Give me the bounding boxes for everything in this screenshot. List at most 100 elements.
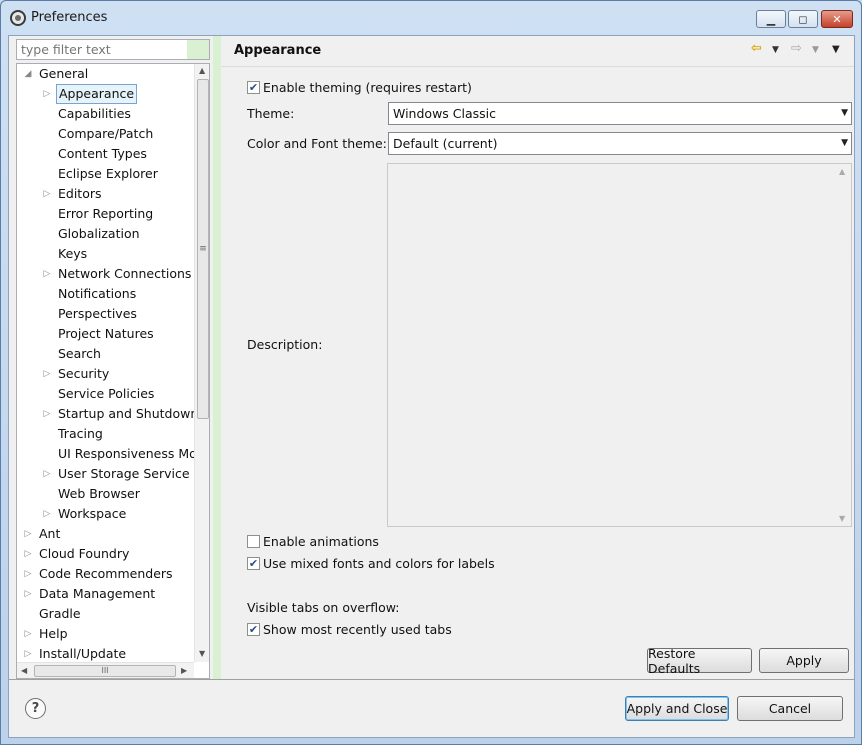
tree-item[interactable]: ▷ Cloud Foundry	[17, 544, 194, 564]
scroll-left-icon[interactable]: ◀	[21, 666, 27, 675]
description-scrollbar[interactable]: ▲ ▼	[835, 164, 851, 526]
scroll-up-icon[interactable]: ▲	[199, 66, 205, 75]
collapsed-arrow-icon[interactable]: ▷	[42, 504, 52, 524]
footer-separator	[9, 679, 854, 680]
forward-menu-icon[interactable]: ▼	[812, 45, 819, 63]
apply-button[interactable]: Apply	[759, 648, 849, 673]
tree-item[interactable]: ▷ Security	[17, 364, 194, 384]
tree-item[interactable]: ▷ User Storage Service	[17, 464, 194, 484]
mixed-fonts-label: Use mixed fonts and colors for labels	[263, 556, 495, 571]
color-font-theme-value: Default (current)	[393, 136, 498, 151]
tree-item[interactable]: Search	[17, 344, 194, 364]
tree-item[interactable]: Content Types	[17, 144, 194, 164]
tree-item[interactable]: ▷ Install/Update	[17, 644, 194, 664]
cancel-button[interactable]: Cancel	[737, 696, 843, 721]
tree-item[interactable]: Capabilities	[17, 104, 194, 124]
forward-arrow-icon[interactable]: ⇨	[791, 41, 802, 59]
collapsed-arrow-icon[interactable]: ▷	[23, 524, 33, 544]
scroll-up-icon[interactable]: ▲	[839, 167, 845, 176]
tree-vertical-scrollbar[interactable]: ▲ ≡ ▼	[194, 64, 209, 662]
back-arrow-icon[interactable]: ⇦	[751, 41, 762, 59]
tree-item[interactable]: ▷ Workspace	[17, 504, 194, 524]
collapsed-arrow-icon[interactable]: ▷	[42, 264, 52, 284]
tree-item-label: Appearance	[56, 84, 138, 104]
scroll-thumb[interactable]: ≡	[197, 79, 209, 419]
theme-select[interactable]: Windows Classic ▼	[388, 102, 852, 125]
tree-item[interactable]: Compare/Patch	[17, 124, 194, 144]
expanded-arrow-icon[interactable]: ◢	[23, 64, 33, 84]
tree-item[interactable]: Keys	[17, 244, 194, 264]
collapsed-arrow-icon[interactable]: ▷	[23, 584, 33, 604]
view-menu-icon[interactable]: ▼	[832, 44, 840, 62]
collapsed-arrow-icon[interactable]: ▷	[23, 544, 33, 564]
enable-animations-checkbox[interactable]	[247, 535, 260, 548]
collapsed-arrow-icon[interactable]: ▷	[23, 564, 33, 584]
close-button[interactable]: ✕	[821, 10, 853, 28]
tree-item-label: Capabilities	[58, 106, 131, 121]
tree-item-label: Keys	[58, 246, 88, 261]
collapsed-arrow-icon[interactable]: ▷	[23, 624, 33, 644]
mixed-fonts-checkbox[interactable]: ✔	[247, 557, 260, 570]
theme-select-value: Windows Classic	[393, 106, 497, 121]
tree-item[interactable]: Notifications	[17, 284, 194, 304]
tree-item[interactable]: Gradle	[17, 604, 194, 624]
tree-horizontal-scrollbar[interactable]: ◀ III ▶	[17, 662, 194, 678]
collapsed-arrow-icon[interactable]: ▷	[23, 644, 33, 664]
tree-item-label: Notifications	[58, 286, 137, 301]
tree-item[interactable]: ▷ Code Recommenders	[17, 564, 194, 584]
tree-item[interactable]: UI Responsiveness Mo	[17, 444, 197, 464]
dialog-client-area: ◢General▷AppearanceCapabilitiesCompare/P…	[8, 35, 855, 738]
preferences-window: Preferences ▁ ◻ ✕ ◢General▷AppearanceCap…	[0, 0, 862, 745]
filter-input[interactable]	[16, 39, 210, 60]
tree-item[interactable]: Error Reporting	[17, 204, 194, 224]
show-mru-tabs-checkbox[interactable]: ✔	[247, 623, 260, 636]
collapsed-arrow-icon[interactable]: ▷	[42, 84, 52, 104]
color-font-theme-select[interactable]: Default (current) ▼	[388, 132, 852, 155]
hscroll-thumb[interactable]: III	[34, 665, 176, 677]
help-icon[interactable]: ?	[25, 698, 46, 719]
header-divider	[221, 66, 854, 67]
tree-item-label: Error Reporting	[58, 206, 154, 221]
scroll-down-icon[interactable]: ▼	[199, 649, 205, 658]
tree-item[interactable]: Web Browser	[17, 484, 194, 504]
tree-item[interactable]: ▷ Network Connections	[17, 264, 194, 284]
preference-tree[interactable]: ◢ General ▷ Appearance Capabilities Compare/P…	[16, 63, 210, 679]
tree-item[interactable]: ▷ Data Management	[17, 584, 194, 604]
tree-item[interactable]: Perspectives	[17, 304, 194, 324]
collapsed-arrow-icon[interactable]: ▷	[42, 364, 52, 384]
tree-item[interactable]: Globalization	[17, 224, 194, 244]
color-font-theme-label: Color and Font theme:	[247, 136, 387, 151]
tree-item[interactable]: Service Policies	[17, 384, 194, 404]
enable-theming-checkbox[interactable]: ✔	[247, 81, 260, 94]
description-text-area[interactable]: ▲ ▼	[387, 163, 852, 527]
scroll-down-icon[interactable]: ▼	[839, 514, 845, 523]
tree-item[interactable]: ◢ General	[17, 64, 194, 84]
tree-item[interactable]: ▷ Appearance	[17, 84, 194, 104]
tree-item[interactable]: ▷ Editors	[17, 184, 194, 204]
apply-and-close-button[interactable]: Apply and Close	[625, 696, 729, 721]
tree-item-label: Search	[58, 346, 101, 361]
eclipse-icon	[10, 10, 26, 26]
chevron-down-icon: ▼	[841, 138, 848, 148]
tree-item[interactable]: ▷ Startup and Shutdown	[17, 404, 199, 424]
collapsed-arrow-icon[interactable]: ▷	[42, 184, 52, 204]
restore-defaults-button[interactable]: Restore Defaults	[647, 646, 752, 676]
tree-item[interactable]: ▷ Help	[17, 624, 194, 644]
tree-item[interactable]: ▷ Ant	[17, 524, 194, 544]
tree-item-label: Tracing	[58, 426, 103, 441]
tree-item-label: Eclipse Explorer	[58, 166, 158, 181]
tree-item-label: Install/Update	[39, 646, 127, 661]
tree-item-label: Workspace	[58, 506, 127, 521]
tree-item-label: Globalization	[58, 226, 140, 241]
collapsed-arrow-icon[interactable]: ▷	[42, 404, 52, 424]
back-menu-icon[interactable]: ▼	[772, 45, 779, 63]
minimize-button[interactable]: ▁	[756, 10, 786, 28]
collapsed-arrow-icon[interactable]: ▷	[42, 464, 52, 484]
pane-sash[interactable]	[213, 36, 221, 679]
maximize-button[interactable]: ◻	[788, 10, 818, 28]
tree-item[interactable]: Eclipse Explorer	[17, 164, 194, 184]
scroll-right-icon[interactable]: ▶	[181, 666, 187, 675]
tree-item[interactable]: Project Natures	[17, 324, 194, 344]
tree-item[interactable]: Tracing	[17, 424, 194, 444]
filter-clear-area	[187, 40, 209, 59]
